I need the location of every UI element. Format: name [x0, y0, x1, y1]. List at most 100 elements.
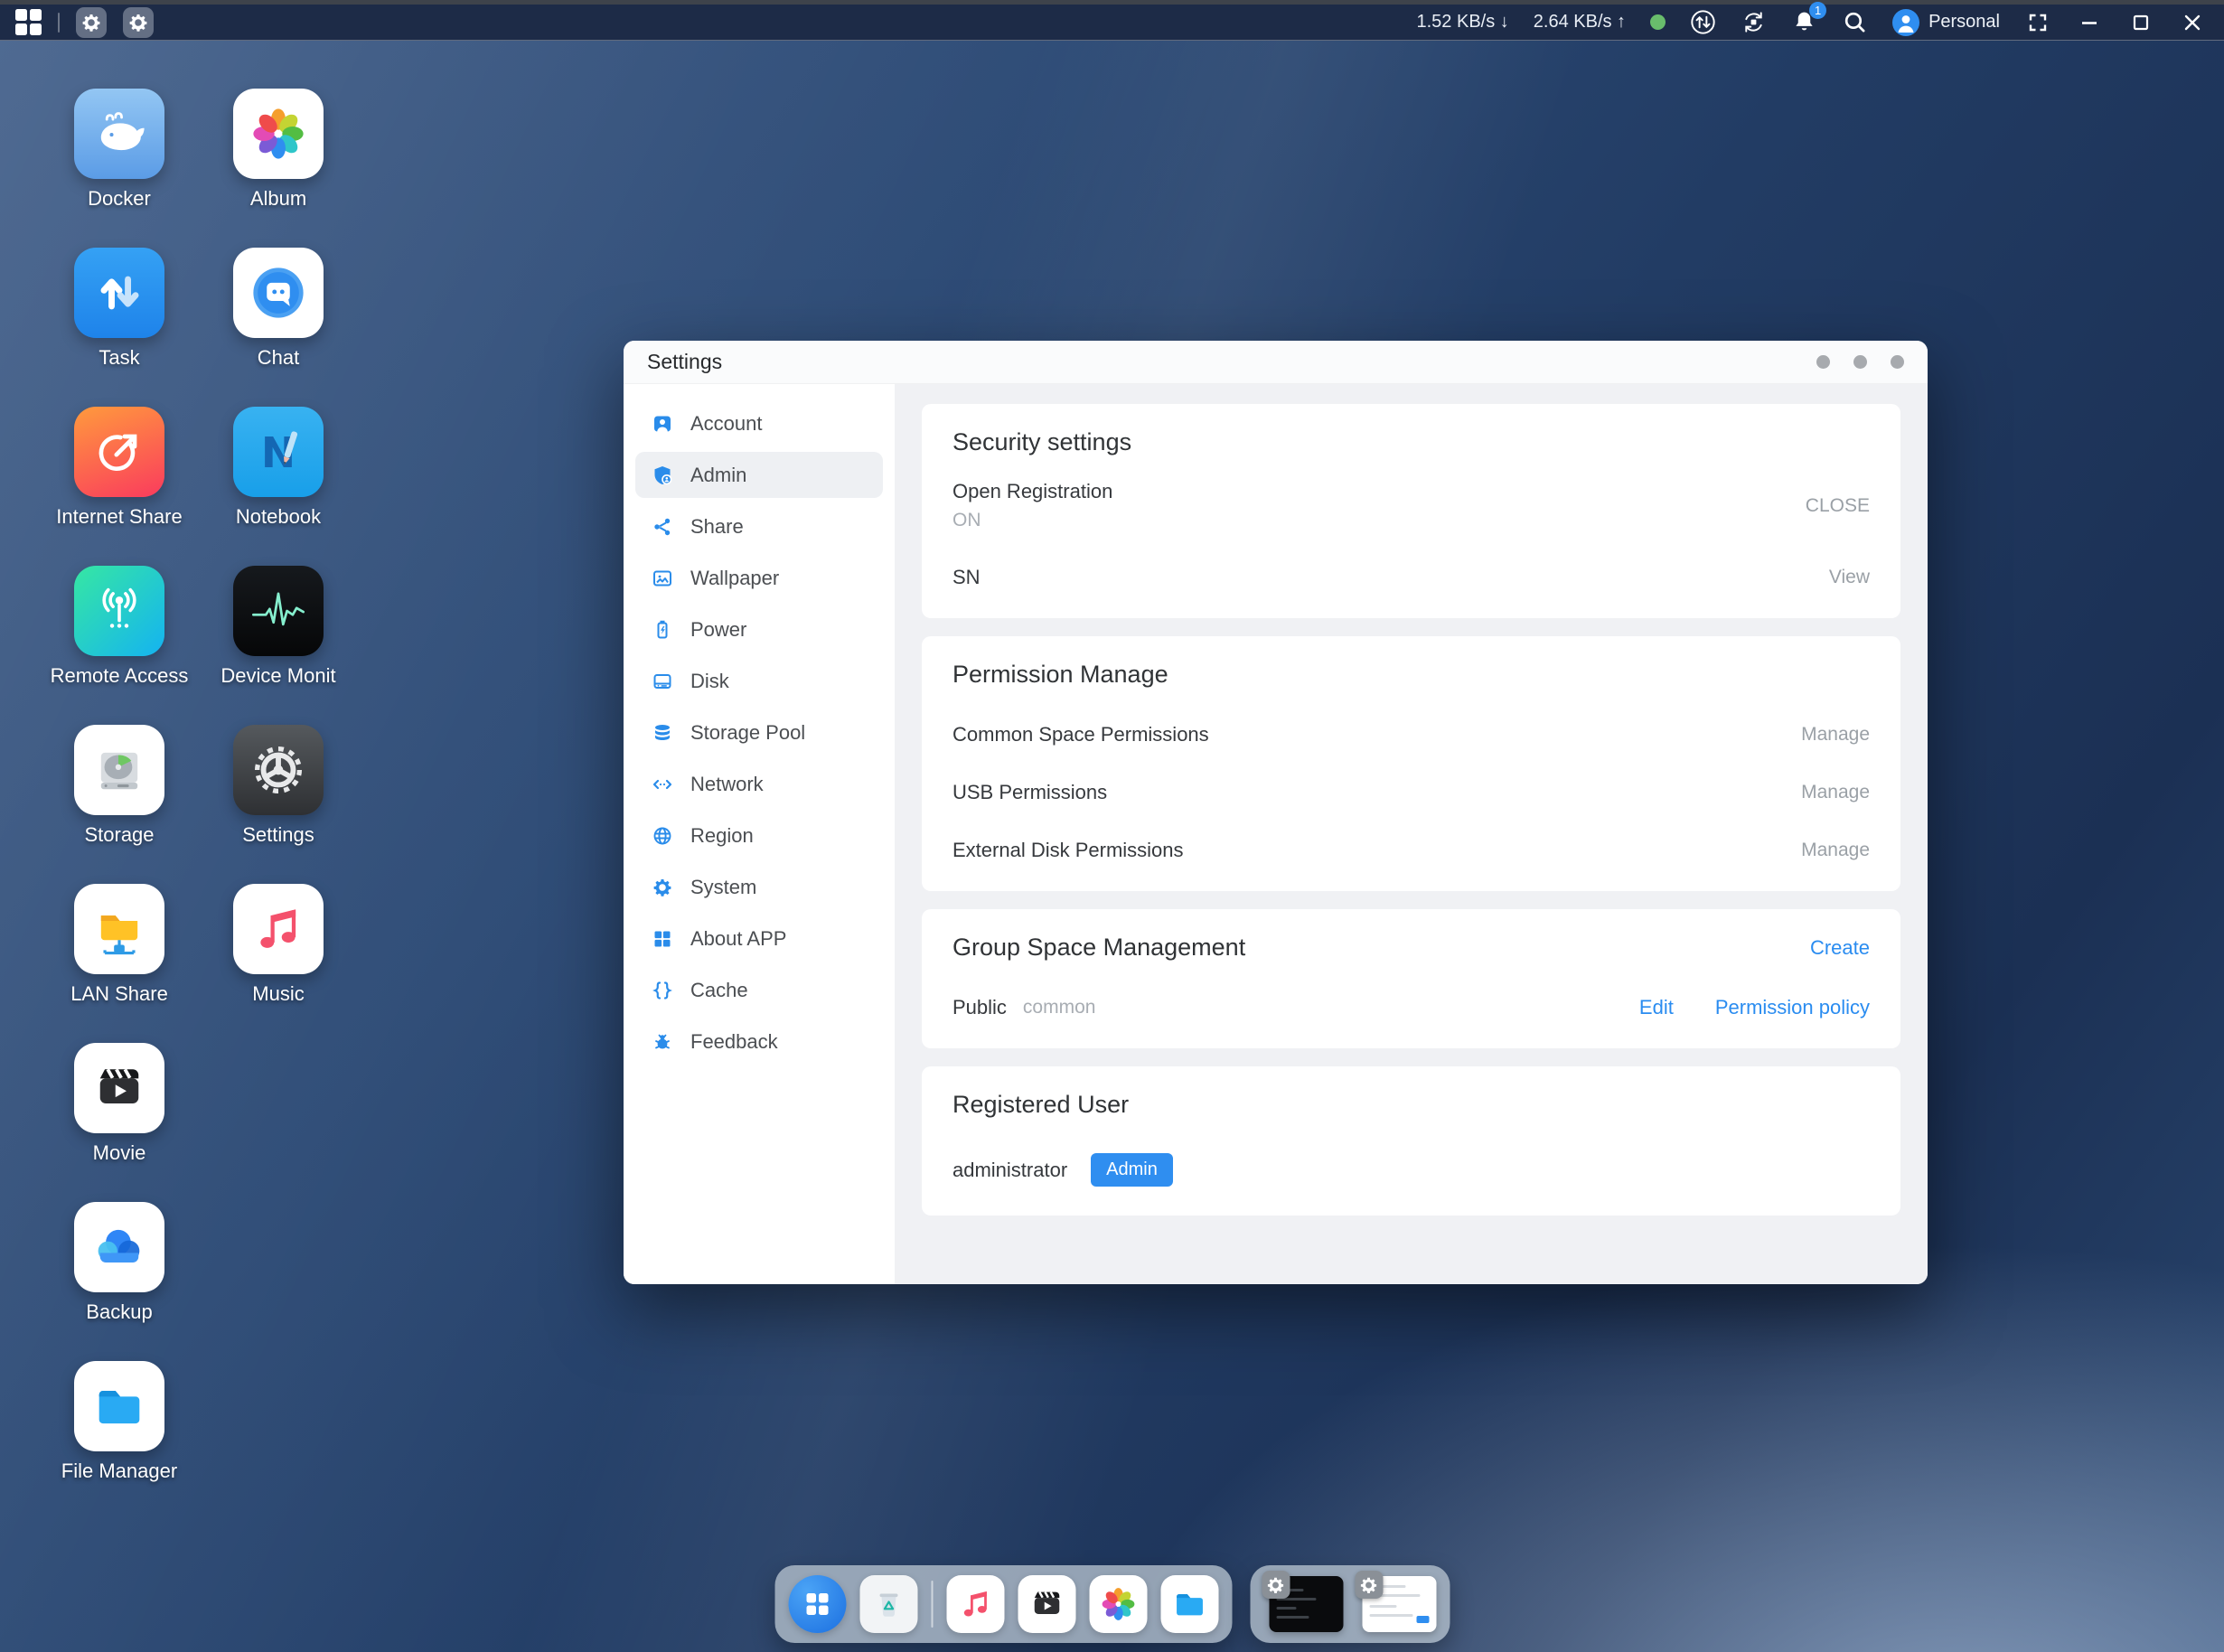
- settings-gear-icon: [233, 725, 324, 815]
- setting-row-common-space-permissions: Common Space Permissions Manage: [952, 723, 1870, 746]
- region-globe-icon: [652, 825, 673, 847]
- sidebar-item-label: System: [690, 876, 756, 899]
- desktop-icon-settings[interactable]: Settings: [199, 725, 358, 884]
- sidebar-item-admin[interactable]: Admin: [635, 452, 883, 498]
- desktop-icon-label: Notebook: [236, 505, 321, 529]
- sidebar-item-label: Admin: [690, 464, 746, 487]
- sync-icon[interactable]: [1741, 9, 1767, 35]
- desktop-icon-label: Storage: [84, 823, 154, 847]
- settings-content: Security settings Open Registration ON C…: [895, 384, 1928, 1284]
- minimize-icon: [2079, 12, 2100, 33]
- network-arrows-icon: [652, 774, 673, 795]
- sidebar-item-label: Disk: [690, 670, 729, 693]
- dock-album-icon[interactable]: [1089, 1575, 1147, 1633]
- sidebar-item-label: Region: [690, 824, 754, 848]
- view-action[interactable]: View: [1829, 567, 1870, 588]
- window-control-dot-3[interactable]: [1891, 355, 1904, 369]
- window-control-dot-1[interactable]: [1816, 355, 1830, 369]
- dock-file-manager-icon[interactable]: [1160, 1575, 1218, 1633]
- dock-music-icon[interactable]: [946, 1575, 1004, 1633]
- close-action[interactable]: CLOSE: [1806, 495, 1870, 517]
- sidebar-item-account[interactable]: Account: [635, 400, 883, 446]
- desktop-icon-remote-access[interactable]: Remote Access: [40, 566, 199, 725]
- desktop-icon-album[interactable]: Album: [199, 89, 358, 248]
- network-download-speed: 1.52 KB/s ↓: [1417, 12, 1509, 33]
- terminal-window-thumbnail[interactable]: [1269, 1576, 1343, 1632]
- desktop-icon-docker[interactable]: Docker: [40, 89, 199, 248]
- desktop-icon-label: File Manager: [61, 1460, 177, 1483]
- desktop-icon-label: Movie: [93, 1141, 146, 1165]
- permission-manage-card: Permission Manage Common Space Permissio…: [922, 636, 1900, 891]
- settings-window-thumbnail[interactable]: [1362, 1576, 1436, 1632]
- card-title: Security settings: [952, 428, 1870, 456]
- running-app-settings-1[interactable]: [76, 7, 107, 38]
- maximize-button[interactable]: [2127, 9, 2154, 36]
- registered-user-row: administrator Admin: [952, 1153, 1870, 1187]
- manage-action[interactable]: Manage: [1801, 782, 1870, 803]
- settings-window-titlebar[interactable]: Settings: [624, 341, 1928, 384]
- sidebar-item-power[interactable]: Power: [635, 606, 883, 652]
- close-button[interactable]: [2179, 9, 2206, 36]
- sidebar-item-feedback[interactable]: Feedback: [635, 1018, 883, 1065]
- manage-action[interactable]: Manage: [1801, 724, 1870, 746]
- sidebar-item-region[interactable]: Region: [635, 812, 883, 859]
- app-grid-icon[interactable]: [14, 9, 42, 36]
- sidebar-item-system[interactable]: System: [635, 864, 883, 910]
- user-avatar-icon: [1892, 9, 1919, 36]
- search-icon[interactable]: [1842, 9, 1868, 35]
- transfer-arrows-icon[interactable]: [1690, 9, 1716, 35]
- sidebar-item-network[interactable]: Network: [635, 761, 883, 807]
- storage-pool-icon: [652, 722, 673, 744]
- sidebar-item-wallpaper[interactable]: Wallpaper: [635, 555, 883, 601]
- desktop-icon-storage[interactable]: Storage: [40, 725, 199, 884]
- desktop-icon-grid: Docker Task Internet Share Remote Access: [40, 89, 358, 1520]
- sidebar-item-share[interactable]: Share: [635, 503, 883, 549]
- desktop-icon-label: Remote Access: [51, 664, 189, 688]
- username: administrator: [952, 1159, 1067, 1182]
- fullscreen-icon: [2027, 12, 2049, 33]
- sidebar-item-label: Share: [690, 515, 744, 539]
- fullscreen-button[interactable]: [2024, 9, 2051, 36]
- running-app-settings-2[interactable]: [123, 7, 154, 38]
- create-button[interactable]: Create: [1810, 936, 1870, 960]
- desktop-icon-movie[interactable]: Movie: [40, 1043, 199, 1202]
- user-menu[interactable]: Personal: [1892, 9, 2000, 36]
- sidebar-item-storage-pool[interactable]: Storage Pool: [635, 709, 883, 756]
- admin-badge: Admin: [1091, 1153, 1173, 1187]
- window-control-dot-2[interactable]: [1853, 355, 1867, 369]
- gear-icon: [127, 12, 149, 33]
- setting-row-external-disk-permissions: External Disk Permissions Manage: [952, 839, 1870, 862]
- edit-button[interactable]: Edit: [1639, 996, 1674, 1019]
- desktop-icon-notebook[interactable]: Notebook: [199, 407, 358, 566]
- minimize-button[interactable]: [2076, 9, 2103, 36]
- desktop-icon-chat[interactable]: Chat: [199, 248, 358, 407]
- dock-movie-icon[interactable]: [1018, 1575, 1075, 1633]
- window-title: Settings: [647, 350, 722, 374]
- file-manager-folder-icon: [74, 1361, 164, 1451]
- album-pinwheel-icon: [233, 89, 324, 179]
- desktop-icon-file-manager[interactable]: File Manager: [40, 1361, 199, 1520]
- desktop-icon-task[interactable]: Task: [40, 248, 199, 407]
- desktop-icon-music[interactable]: Music: [199, 884, 358, 1043]
- desktop-icon-internet-share[interactable]: Internet Share: [40, 407, 199, 566]
- notifications-button[interactable]: 1: [1791, 9, 1817, 35]
- power-battery-icon: [652, 619, 673, 641]
- permission-policy-button[interactable]: Permission policy: [1715, 996, 1870, 1019]
- sidebar-item-disk[interactable]: Disk: [635, 658, 883, 704]
- desktop-icon-label: Docker: [88, 187, 151, 211]
- sidebar-item-cache[interactable]: Cache: [635, 967, 883, 1013]
- setting-row-open-registration: Open Registration ON CLOSE: [952, 480, 1870, 531]
- desktop-icon-lan-share[interactable]: LAN Share: [40, 884, 199, 1043]
- recycle-bin-icon[interactable]: [859, 1575, 917, 1633]
- system-gear-icon: [652, 877, 673, 898]
- desktop-icon-device-monit[interactable]: Device Monit: [199, 566, 358, 725]
- desktop-icon-backup[interactable]: Backup: [40, 1202, 199, 1361]
- manage-action[interactable]: Manage: [1801, 840, 1870, 861]
- desktop-icon-label: Music: [252, 982, 304, 1006]
- desktop-icon-label: Internet Share: [56, 505, 182, 529]
- app-launcher-icon[interactable]: [788, 1575, 846, 1633]
- disk-icon: [652, 671, 673, 692]
- sidebar-item-about-app[interactable]: About APP: [635, 915, 883, 962]
- about-app-grid-icon: [652, 928, 673, 950]
- taskbar: 1.52 KB/s ↓ 2.64 KB/s ↑ 1: [0, 0, 2224, 41]
